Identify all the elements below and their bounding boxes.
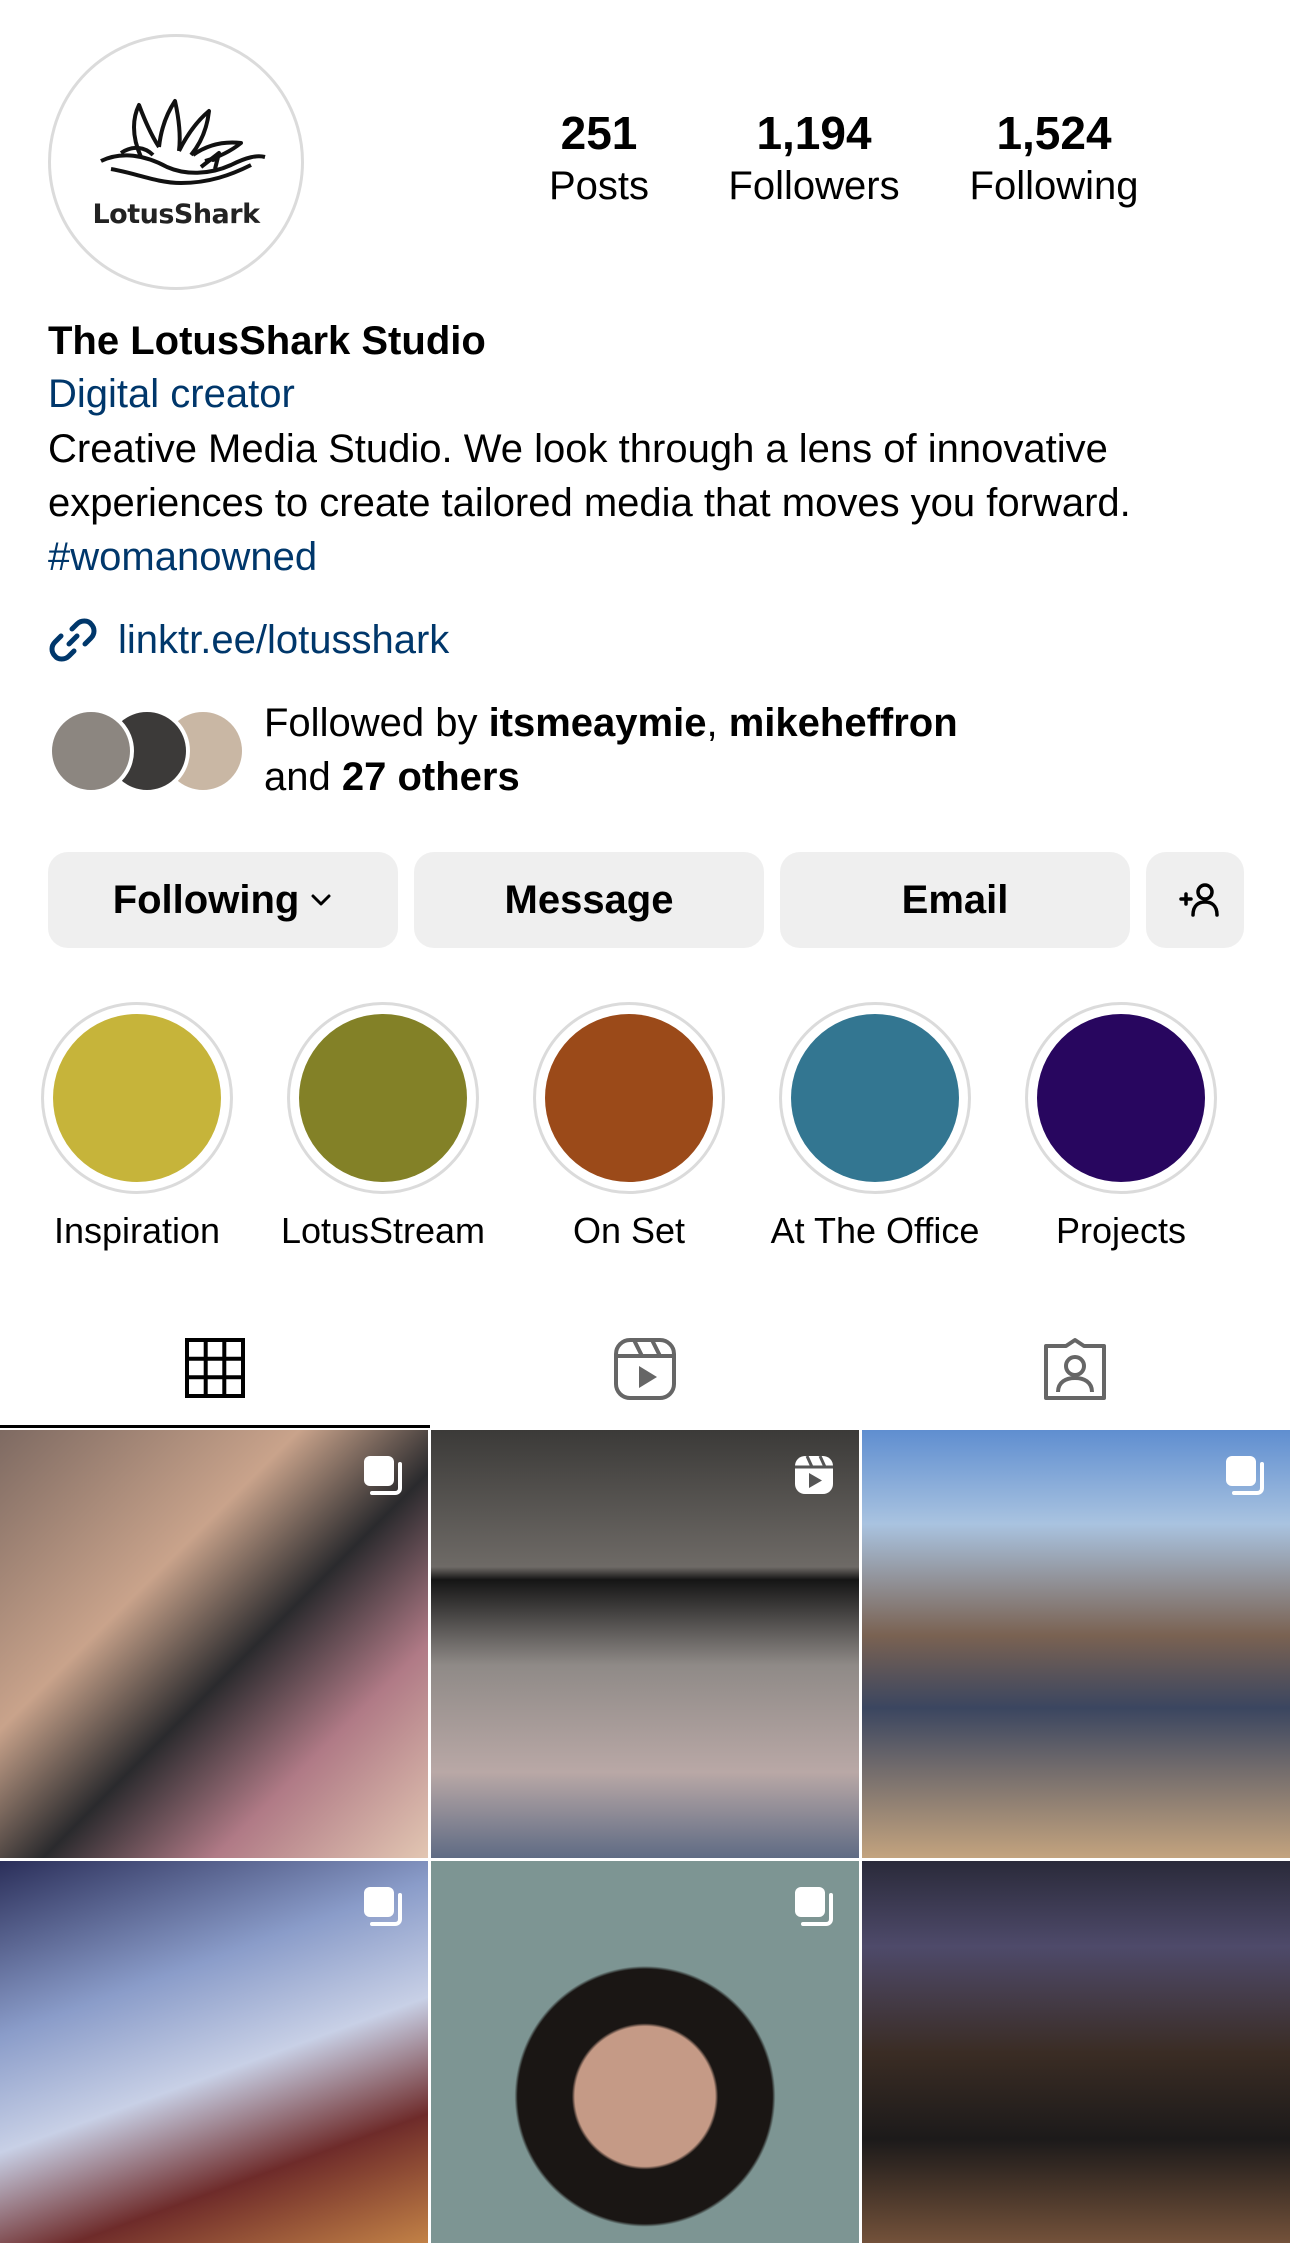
add-person-icon	[1179, 883, 1219, 917]
follower-name[interactable]: itsmeaymie	[489, 701, 707, 745]
bio-line-1: Creative Media Studio. We look through a…	[48, 427, 1108, 471]
reels-icon	[614, 1338, 676, 1400]
chevron-down-icon	[311, 894, 331, 906]
highlight-inspiration[interactable]: Inspiration	[12, 1002, 262, 1254]
posts-stat[interactable]: 251 Posts	[504, 106, 694, 212]
follower-name[interactable]: mikeheffron	[729, 701, 958, 745]
carousel-icon	[364, 1887, 402, 1926]
profile-stats: 251 Posts 1,194 Followers 1,524 Followin…	[504, 106, 1224, 216]
highlight-label: LotusStream	[280, 1210, 486, 1251]
highlight-ring	[287, 1002, 479, 1194]
post-tile[interactable]	[431, 1430, 859, 1858]
highlight-cover	[1037, 1014, 1205, 1182]
highlight-lotusstream[interactable]: LotusStream	[258, 1002, 508, 1254]
carousel-icon	[1226, 1456, 1264, 1495]
posts-count: 251	[560, 107, 638, 159]
highlight-on-set[interactable]: On Set	[504, 1002, 754, 1254]
highlight-ring	[533, 1002, 725, 1194]
profile-bio: The LotusShark Studio Digital creator Cr…	[48, 316, 1248, 584]
link-icon	[49, 618, 97, 662]
posts-grid	[0, 1430, 1290, 2243]
highlight-cover	[545, 1014, 713, 1182]
email-button[interactable]: Email	[780, 852, 1130, 948]
logo-text: LotusShark	[92, 198, 260, 230]
highlight-at-the-office[interactable]: At The Office	[750, 1002, 1000, 1254]
following-stat[interactable]: 1,524 Following	[934, 106, 1174, 212]
tab-grid[interactable]	[0, 1310, 430, 1428]
profile-link[interactable]: linktr.ee/lotusshark	[48, 612, 449, 668]
tagged-icon	[1044, 1338, 1106, 1400]
grid-icon	[185, 1337, 245, 1398]
highlight-cover	[53, 1014, 221, 1182]
post-tile[interactable]	[431, 1861, 859, 2243]
following-count: 1,524	[996, 107, 1112, 159]
post-tile[interactable]	[0, 1430, 428, 1858]
followers-count: 1,194	[756, 107, 872, 159]
profile-tabs	[0, 1310, 1290, 1428]
suggested-users-button[interactable]	[1146, 852, 1244, 948]
followers-stat[interactable]: 1,194 Followers	[694, 106, 934, 212]
highlight-label: At The Office	[770, 1210, 980, 1251]
carousel-icon	[364, 1456, 402, 1495]
profile-avatar[interactable]: LotusShark	[48, 34, 304, 290]
lotus-shark-logo-icon	[100, 98, 266, 185]
link-text: linktr.ee/lotusshark	[118, 617, 450, 662]
highlight-label: Projects	[1055, 1210, 1187, 1251]
tab-tagged[interactable]	[860, 1310, 1290, 1428]
follower-avatars	[48, 708, 248, 794]
followed-by-text: Followed by itsmeaymie, mikeheffron and …	[264, 701, 958, 799]
posts-label: Posts	[548, 164, 650, 208]
highlight-ring	[1025, 1002, 1217, 1194]
highlight-cover	[299, 1014, 467, 1182]
avatar	[48, 708, 134, 794]
bio-line-2: experiences to create tailored media tha…	[48, 481, 1131, 525]
profile-category[interactable]: Digital creator	[48, 366, 1248, 422]
post-tile[interactable]	[0, 1861, 428, 2243]
post-tile[interactable]	[862, 1861, 1290, 2243]
following-label: Following	[969, 164, 1139, 208]
carousel-icon	[795, 1887, 833, 1926]
highlight-label: Inspiration	[53, 1210, 221, 1251]
profile-header: LotusShark 251 Posts 1,194 Followers 1,5…	[48, 34, 1248, 290]
followers-label: Followers	[728, 164, 900, 208]
others-count[interactable]: 27 others	[342, 755, 520, 799]
profile-name: The LotusShark Studio	[48, 319, 486, 363]
followed-by[interactable]: Followed by itsmeaymie, mikeheffron and …	[48, 696, 1248, 806]
story-highlights: Inspiration LotusStream On Set At The Of…	[0, 1002, 1290, 1252]
highlight-projects[interactable]: Projects	[996, 1002, 1246, 1254]
post-tile[interactable]	[862, 1430, 1290, 1858]
hashtag-link[interactable]: #womanowned	[48, 530, 1248, 584]
highlight-cover	[791, 1014, 959, 1182]
highlight-label: On Set	[572, 1210, 686, 1251]
following-button[interactable]: Following	[48, 852, 398, 948]
highlight-ring	[41, 1002, 233, 1194]
tab-reels[interactable]	[430, 1310, 860, 1428]
highlight-ring	[779, 1002, 971, 1194]
action-buttons: Following Message Email	[48, 852, 1244, 948]
reel-icon	[795, 1455, 833, 1494]
message-button[interactable]: Message	[414, 852, 764, 948]
